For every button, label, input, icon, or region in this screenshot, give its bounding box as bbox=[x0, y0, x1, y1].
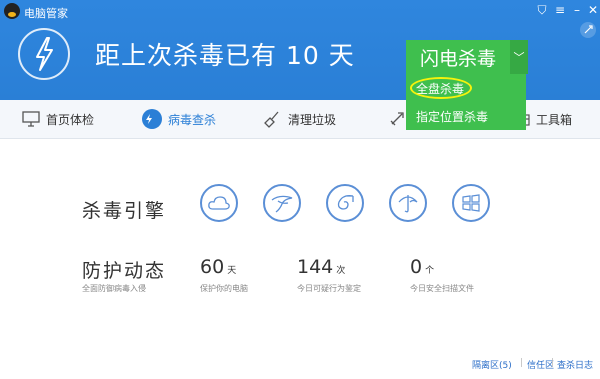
qq-logo-icon bbox=[4, 3, 20, 19]
windows-engine-icon[interactable] bbox=[452, 184, 490, 222]
engine-label: 杀毒引擎 bbox=[82, 200, 167, 222]
menu-item-full-scan[interactable]: 全盘杀毒 bbox=[406, 74, 526, 102]
scan-options-dropdown-button[interactable]: ﹀ bbox=[510, 40, 528, 74]
quick-scan-button[interactable]: 闪电杀毒 bbox=[406, 40, 510, 74]
nav-label: 病毒查杀 bbox=[168, 112, 217, 127]
lightning-icon bbox=[18, 28, 70, 80]
scanned-files-stat: 0个 bbox=[410, 256, 435, 278]
days-since-scan-headline: 距上次杀毒已有 10 天 bbox=[95, 41, 355, 70]
protection-label: 防护动态 bbox=[82, 260, 167, 282]
eagle-engine-icon[interactable] bbox=[263, 184, 301, 222]
nav-clean-junk[interactable]: 清理垃圾 bbox=[264, 100, 336, 138]
close-icon[interactable]: ✕ bbox=[585, 2, 600, 18]
monitor-icon bbox=[22, 111, 40, 127]
app-window: 电脑管家 ⛉ ≡ – ✕ 距上次杀毒已有 10 天 闪电杀毒 ﹀ 首页体检 病毒… bbox=[0, 0, 600, 379]
rocket-icon bbox=[390, 112, 404, 126]
divider: | bbox=[520, 358, 524, 368]
lightning-icon bbox=[142, 109, 162, 129]
suspicious-behavior-stat: 144 次 bbox=[297, 256, 346, 278]
chevron-down-icon: ﹀ bbox=[513, 51, 525, 64]
nav-home-checkup[interactable]: 首页体检 bbox=[22, 100, 94, 138]
suspicious-behavior-desc: 今日可疑行为鉴定 bbox=[297, 284, 361, 293]
nav-virus-scan[interactable]: 病毒查杀 bbox=[142, 100, 216, 138]
umbrella-engine-icon[interactable] bbox=[389, 184, 427, 222]
nav-label: 工具箱 bbox=[536, 112, 573, 127]
scan-log-link[interactable]: 查杀日志 bbox=[557, 358, 593, 371]
nav-label: 清理垃圾 bbox=[288, 112, 337, 127]
shield-menu-icon[interactable]: ⛉ bbox=[534, 2, 550, 18]
menu-icon[interactable]: ≡ bbox=[552, 2, 568, 18]
menu-item-custom-scan[interactable]: 指定位置杀毒 bbox=[406, 102, 526, 130]
cloud-engine-icon[interactable] bbox=[200, 184, 238, 222]
nav-label: 首页体检 bbox=[46, 112, 95, 127]
scanned-files-desc: 今日安全扫描文件 bbox=[410, 284, 474, 293]
spiral-engine-icon[interactable] bbox=[326, 184, 364, 222]
scan-options-menu: 全盘杀毒 指定位置杀毒 bbox=[406, 74, 526, 130]
minimize-icon[interactable]: – bbox=[569, 2, 585, 18]
protection-subtitle: 全面防御病毒入侵 bbox=[82, 284, 146, 293]
highlight-circle bbox=[410, 77, 472, 99]
broom-icon bbox=[264, 111, 279, 128]
protected-days-desc: 保护你的电脑 bbox=[200, 284, 248, 293]
quarantine-link[interactable]: 隔离区(5) bbox=[472, 358, 512, 371]
rocket-icon[interactable] bbox=[580, 22, 596, 38]
protected-days-stat: 60 天 bbox=[200, 256, 237, 278]
trust-zone-link[interactable]: 信任区 bbox=[527, 358, 554, 371]
app-title: 电脑管家 bbox=[24, 7, 68, 20]
divider: | bbox=[551, 358, 555, 368]
